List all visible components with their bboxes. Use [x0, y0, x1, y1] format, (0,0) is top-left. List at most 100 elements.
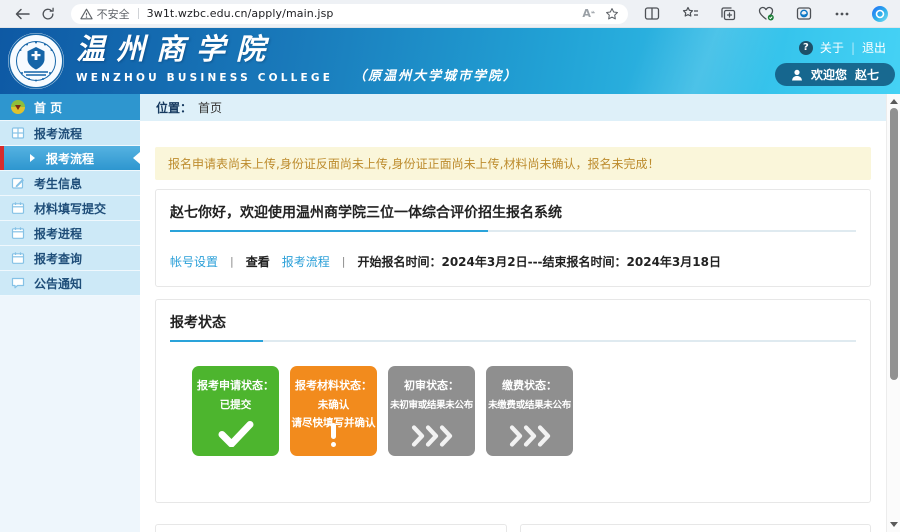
view-link[interactable]: 查看 — [246, 253, 270, 270]
sidebar-item-label: 首 页 — [34, 99, 62, 116]
welcome-panel: 赵七你好，欢迎使用温州商学院三位一体综合评价招生报名系统 帐号设置 | 查看 报… — [155, 189, 871, 287]
browser-essentials-icon — [758, 6, 775, 21]
favorites-bar-icon — [682, 6, 699, 21]
welcome-text: 欢迎您 — [811, 66, 847, 83]
sidebar-item-label: 考生信息 — [34, 175, 82, 192]
screen: { "browser": { "security_label": "不安全", … — [0, 0, 900, 532]
sidebar-item-label: 报考查询 — [34, 250, 82, 267]
split-screen-button[interactable] — [642, 4, 662, 24]
logout-link[interactable]: 退出 — [862, 39, 886, 56]
college-brand: 温州商学院 WENZHOU BUSINESS COLLEGE （原温州大学城市学… — [76, 31, 518, 84]
scroll-down-button[interactable] — [887, 519, 900, 531]
edge-sidebar-button[interactable] — [794, 4, 814, 24]
address-bar[interactable]: 不安全 3w1t.wzbc.edu.cn/apply/main.jsp A❝ — [71, 4, 628, 24]
announcements-panel: 最新公告 — [155, 524, 507, 532]
collections-icon — [720, 6, 736, 21]
check-icon — [192, 421, 279, 447]
arrow-up-icon — [890, 95, 898, 104]
sidebar-item-label: 报考进程 — [34, 225, 82, 242]
about-link[interactable]: 关于 — [820, 39, 844, 56]
status-card-payment[interactable]: 缴费状态： 未缴费或结果未公布 — [486, 366, 573, 456]
back-button[interactable] — [10, 3, 35, 25]
sidebar-item-label: 材料填写提交 — [34, 200, 106, 217]
split-screen-icon — [644, 6, 660, 21]
username: 赵七 — [855, 66, 879, 83]
links-divider: | — [342, 255, 346, 268]
site-header: 温州商学院 WENZHOU BUSINESS COLLEGE （原温州大学城市学… — [0, 28, 900, 94]
copilot-icon — [871, 5, 889, 23]
college-logo — [7, 32, 65, 94]
more-options-icon — [835, 12, 849, 16]
sidebar-item-apply-process[interactable]: 报考流程 — [0, 121, 140, 146]
user-icon — [791, 69, 803, 81]
sidebar-item-label: 报考流程 — [46, 150, 94, 167]
collections-button[interactable] — [718, 4, 738, 24]
links-divider: | — [230, 255, 234, 268]
card-line1: 报考申请状态： — [192, 377, 279, 393]
favorite-star-icon[interactable] — [605, 7, 619, 21]
breadcrumb-label: 位置： — [156, 99, 192, 116]
title-underline — [170, 230, 856, 232]
scrollbar[interactable] — [886, 94, 900, 532]
sidebar-item-materials-submit[interactable]: 材料填写提交 — [0, 196, 140, 221]
calendar-icon — [11, 201, 25, 215]
copilot-button[interactable] — [870, 4, 890, 24]
status-card-application[interactable]: 报考申请状态： 已提交 — [192, 366, 279, 456]
welcome-title: 赵七你好，欢迎使用温州商学院三位一体综合评价招生报名系统 — [170, 202, 856, 222]
refresh-button[interactable] — [35, 3, 60, 25]
arrow-down-icon — [890, 522, 898, 531]
browser-essentials-button[interactable] — [756, 4, 776, 24]
card-line2: 未确认 — [290, 397, 377, 412]
warning-banner: 报名申请表尚未上传,身份证反面尚未上传,身份证正面尚未上传,材料尚未确认，报名未… — [155, 147, 871, 180]
chevrons-icon — [388, 425, 475, 447]
main-content: 报名申请表尚未上传,身份证反面尚未上传,身份证正面尚未上传,材料尚未确认，报名未… — [140, 121, 886, 532]
calendar-icon — [11, 251, 25, 265]
apply-process-link[interactable]: 报考流程 — [282, 253, 330, 270]
back-icon — [15, 8, 30, 20]
card-line2: 未缴费或结果未公布 — [486, 397, 573, 411]
more-options-button[interactable] — [832, 4, 852, 24]
header-links: ? 关于 | 退出 — [799, 39, 886, 56]
browser-action-icons — [642, 4, 890, 24]
sidebar-item-home[interactable]: 首 页 — [0, 94, 140, 121]
breadcrumb-current-page: 首页 — [198, 99, 222, 116]
sidebar-item-candidate-info[interactable]: 考生信息 — [0, 171, 140, 196]
sidebar-item-apply-progress[interactable]: 报考进程 — [0, 221, 140, 246]
bottom-panels-row: 最新公告 重要提示 — [155, 515, 871, 532]
college-name-zh: 温州商学院 — [76, 31, 518, 67]
edit-icon — [11, 176, 25, 190]
card-line1: 报考材料状态： — [290, 377, 377, 393]
security-warning-icon — [80, 8, 93, 20]
card-line1: 初审状态： — [388, 377, 475, 393]
header-links-divider: | — [851, 41, 855, 55]
status-cards: 报考申请状态： 已提交 报考材料状态： 未确认 请尽快填写并确认 — [192, 366, 856, 456]
sidebar-item-announcements[interactable]: 公告通知 — [0, 271, 140, 296]
address-divider — [138, 8, 139, 19]
college-name-en: WENZHOU BUSINESS COLLEGE — [76, 72, 333, 84]
read-aloud-icon[interactable]: A❝ — [582, 7, 595, 20]
home-circle-icon — [11, 100, 25, 114]
edge-sidebar-icon — [796, 6, 812, 21]
favorites-bar-button[interactable] — [680, 4, 700, 24]
user-welcome-badge[interactable]: 欢迎您 赵七 — [775, 63, 895, 86]
sidebar-item-apply-query[interactable]: 报考查询 — [0, 246, 140, 271]
status-card-materials[interactable]: 报考材料状态： 未确认 请尽快填写并确认 — [290, 366, 377, 456]
status-card-initial-review[interactable]: 初审状态： 未初审或结果未公布 — [388, 366, 475, 456]
arrow-right-icon — [30, 154, 39, 162]
quick-links-row: 帐号设置 | 查看 报考流程 | 开始报名时间：2024年3月2日---结束报名… — [170, 253, 856, 270]
chevrons-icon — [486, 425, 573, 447]
sidebar-subitem-apply-process-active[interactable]: 报考流程 — [0, 146, 140, 171]
exclamation-icon — [290, 423, 377, 447]
college-name-former: （原温州大学城市学院） — [353, 65, 518, 84]
account-settings-link[interactable]: 帐号设置 — [170, 253, 218, 270]
tips-panel: 重要提示 — [520, 524, 872, 532]
about-icon: ? — [799, 41, 813, 55]
sidebar-item-label: 报考流程 — [34, 125, 82, 142]
breadcrumb: 位置： 首页 — [140, 94, 886, 121]
registration-schedule: 开始报名时间：2024年3月2日---结束报名时间：2024年3月18日 — [357, 253, 721, 270]
scroll-up-button[interactable] — [887, 95, 900, 107]
sidebar-item-label: 公告通知 — [34, 275, 82, 292]
browser-toolbar: 不安全 3w1t.wzbc.edu.cn/apply/main.jsp A❝ — [0, 0, 900, 28]
refresh-icon — [41, 7, 55, 21]
scrollbar-thumb[interactable] — [890, 108, 898, 380]
